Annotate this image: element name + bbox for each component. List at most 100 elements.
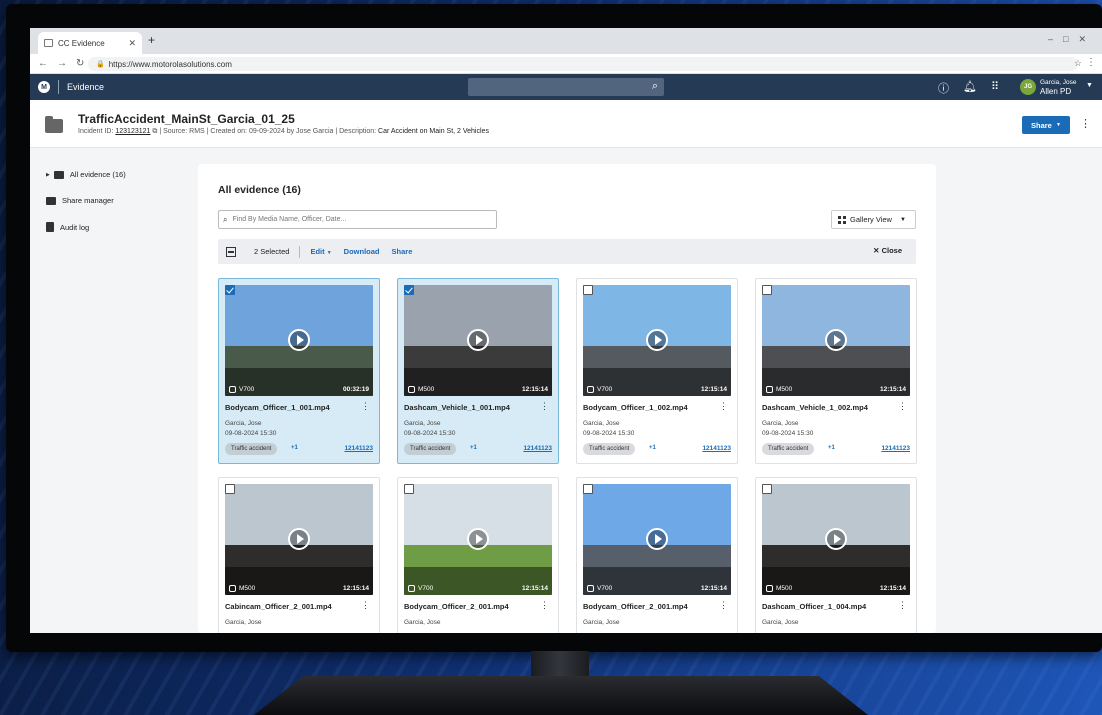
bell-icon[interactable]: 🔔︎ — [963, 80, 977, 96]
bookmark-star-icon[interactable]: ☆ — [1074, 58, 1082, 69]
card-checkbox[interactable] — [225, 285, 235, 295]
incident-link[interactable]: 12141123 — [523, 445, 552, 452]
sidebar-item-audit-log[interactable]: Audit log — [46, 222, 89, 232]
card-checkbox[interactable] — [225, 484, 235, 494]
evidence-card[interactable]: M500 12:15:14 Dashcam_Vehicle_1_001.mp4 ⋮ Ga… — [397, 278, 559, 464]
search-icon: ⌕ — [223, 214, 228, 224]
user-menu[interactable]: Garcia, Jose Allen PD — [1040, 78, 1077, 96]
more-tags[interactable]: +1 — [291, 445, 298, 451]
browser-tab[interactable]: CC Evidence ✕ — [38, 32, 142, 54]
share-button[interactable]: Share — [392, 247, 413, 256]
video-thumbnail[interactable]: M500 12:15:14 — [762, 285, 910, 396]
card-menu-icon[interactable]: ⋮ — [719, 600, 728, 611]
video-thumbnail[interactable]: M500 12:15:14 — [225, 484, 373, 595]
download-button[interactable]: Download — [344, 247, 380, 256]
share-case-button[interactable]: Share ▼ — [1022, 116, 1070, 134]
play-icon[interactable] — [467, 329, 489, 351]
browser-menu-icon[interactable]: ⋮ — [1086, 57, 1096, 68]
evidence-card[interactable]: V700 12:15:14 Bodycam_Officer_2_001.mp4 ⋮ Ga… — [576, 477, 738, 633]
incident-link[interactable]: 12141123 — [344, 445, 373, 452]
global-search-input[interactable]: ⌕ — [468, 78, 664, 96]
video-thumbnail[interactable]: V700 12:15:14 — [583, 285, 731, 396]
card-menu-icon[interactable]: ⋮ — [898, 401, 907, 412]
play-icon[interactable] — [288, 528, 310, 550]
chevron-down-icon[interactable]: ▼ — [1086, 82, 1093, 89]
play-icon[interactable] — [467, 528, 489, 550]
card-menu-icon[interactable]: ⋮ — [540, 401, 549, 412]
external-link-icon[interactable]: ⧉ — [152, 128, 157, 135]
video-thumbnail[interactable]: M500 12:15:14 — [762, 484, 910, 595]
header-icons: ⓘ 🔔︎ ⠿ — [938, 80, 999, 96]
file-name[interactable]: Bodycam_Officer_2_001.mp4 — [404, 602, 509, 611]
window-controls[interactable]: –□✕ — [1048, 34, 1096, 45]
video-thumbnail[interactable]: V700 12:15:14 — [404, 484, 552, 595]
evidence-card[interactable]: V700 00:32:19 Bodycam_Officer_1_001.mp4 ⋮ Ga… — [218, 278, 380, 464]
card-menu-icon[interactable]: ⋮ — [361, 401, 370, 412]
file-name[interactable]: Cabincam_Officer_2_001.mp4 — [225, 602, 332, 611]
file-name[interactable]: Bodycam_Officer_1_001.mp4 — [225, 403, 330, 412]
page-icon — [44, 39, 53, 47]
info-icon[interactable]: ⓘ — [938, 80, 949, 96]
video-thumbnail[interactable]: V700 12:15:14 — [583, 484, 731, 595]
more-tags[interactable]: +1 — [470, 445, 477, 451]
evidence-card[interactable]: M500 12:15:14 Dashcam_Officer_1_004.mp4 ⋮ Ga… — [755, 477, 917, 633]
case-menu-icon[interactable]: ⋮ — [1080, 117, 1091, 130]
play-icon[interactable] — [646, 329, 668, 351]
header-divider — [58, 80, 59, 94]
card-checkbox[interactable] — [404, 484, 414, 494]
more-tags[interactable]: +1 — [649, 445, 656, 451]
file-name[interactable]: Bodycam_Officer_2_001.mp4 — [583, 602, 688, 611]
file-name[interactable]: Dashcam_Vehicle_1_001.mp4 — [404, 403, 510, 412]
card-checkbox[interactable] — [762, 285, 772, 295]
video-thumbnail[interactable]: M500 12:15:14 — [404, 285, 552, 396]
card-checkbox[interactable] — [583, 484, 593, 494]
screen: CC Evidence ✕ + –□✕ ←→↻ 🔒 https://www.mo… — [30, 28, 1102, 633]
view-selector[interactable]: Gallery View ▼ — [831, 210, 916, 229]
file-name[interactable]: Dashcam_Officer_1_004.mp4 — [762, 602, 866, 611]
card-menu-icon[interactable]: ⋮ — [540, 600, 549, 611]
incident-id-link[interactable]: 123123121 — [115, 128, 150, 135]
search-icon[interactable]: ⌕ — [652, 80, 658, 93]
url-field[interactable]: 🔒 https://www.motorolasolutions.com — [88, 57, 1078, 71]
file-name[interactable]: Bodycam_Officer_1_002.mp4 — [583, 403, 688, 412]
video-thumbnail[interactable]: V700 00:32:19 — [225, 285, 373, 396]
more-tags[interactable]: +1 — [828, 445, 835, 451]
play-icon[interactable] — [288, 329, 310, 351]
sidebar-item-all-evidence[interactable]: ▶ All evidence (16) — [46, 170, 126, 179]
card-menu-icon[interactable]: ⋮ — [361, 600, 370, 611]
close-tab-icon[interactable]: ✕ — [128, 38, 136, 49]
evidence-card[interactable]: M500 12:15:14 Dashcam_Vehicle_1_002.mp4 ⋮ Ga… — [755, 278, 917, 464]
avatar[interactable]: JG — [1020, 79, 1036, 95]
edit-button[interactable]: Edit ▼ — [310, 247, 331, 256]
evidence-card[interactable]: V700 12:15:14 Bodycam_Officer_1_002.mp4 ⋮ Ga… — [576, 278, 738, 464]
play-icon[interactable] — [825, 528, 847, 550]
apps-grid-icon[interactable]: ⠿ — [991, 80, 999, 96]
card-checkbox[interactable] — [762, 484, 772, 494]
category-tag[interactable]: Traffic accident — [404, 443, 457, 455]
card-menu-icon[interactable]: ⋮ — [719, 401, 728, 412]
evidence-search-input[interactable]: ⌕ Find By Media Name, Officer, Date... — [218, 210, 497, 229]
play-icon[interactable] — [646, 528, 668, 550]
motorola-logo[interactable]: M — [38, 81, 50, 93]
nav-buttons[interactable]: ←→↻ — [38, 58, 93, 69]
card-menu-icon[interactable]: ⋮ — [898, 600, 907, 611]
evidence-card[interactable]: V700 12:15:14 Bodycam_Officer_2_001.mp4 ⋮ Ga… — [397, 477, 559, 633]
file-name[interactable]: Dashcam_Vehicle_1_002.mp4 — [762, 403, 868, 412]
category-tag[interactable]: Traffic accident — [762, 443, 815, 455]
new-tab-icon[interactable]: + — [148, 33, 155, 47]
close-selection-button[interactable]: ✕ Close — [873, 246, 902, 255]
category-tag[interactable]: Traffic accident — [583, 443, 636, 455]
sidebar-item-share-manager[interactable]: Share manager — [46, 196, 114, 205]
case-description: Car Accident on Main St, 2 Vehicles — [378, 128, 489, 135]
chevron-right-icon[interactable]: ▶ — [46, 172, 50, 178]
incident-link[interactable]: 12141123 — [881, 445, 910, 452]
card-checkbox[interactable] — [583, 285, 593, 295]
category-tag[interactable]: Traffic accident — [225, 443, 278, 455]
user-org: Allen PD — [1040, 87, 1072, 96]
share-icon — [46, 196, 56, 205]
play-icon[interactable] — [825, 329, 847, 351]
evidence-card[interactable]: M500 12:15:14 Cabincam_Officer_2_001.mp4 ⋮ G… — [218, 477, 380, 633]
deselect-all-checkbox[interactable] — [226, 246, 236, 257]
incident-link[interactable]: 12141123 — [702, 445, 731, 452]
card-checkbox[interactable] — [404, 285, 414, 295]
